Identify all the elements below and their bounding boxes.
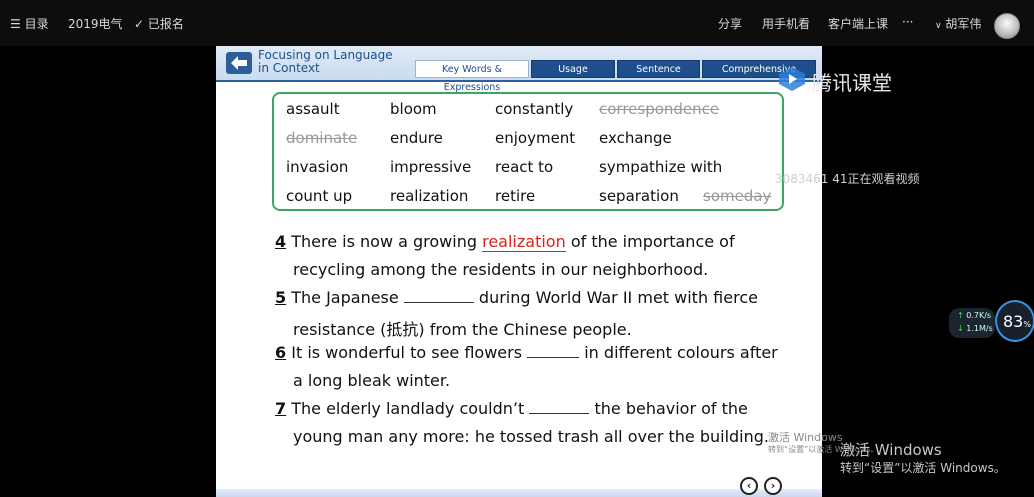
word-item: bloom xyxy=(390,100,437,118)
question-5: 5 The Japanese during World War II met w… xyxy=(275,288,758,307)
registered-label: 已报名 xyxy=(147,17,184,31)
chevron-down-icon: ∨ xyxy=(935,21,942,31)
arrow-down-icon: ↓ xyxy=(957,324,964,333)
answer-blank[interactable] xyxy=(403,290,474,303)
question-text: There is now a growing xyxy=(291,232,478,251)
question-number: 5 xyxy=(275,288,287,307)
tab-sentence-patterns[interactable]: Sentence Patterns xyxy=(617,60,700,93)
word-item: constantly xyxy=(495,100,574,118)
upload-speed-value: 0.7K/s xyxy=(966,311,992,320)
prev-slide-button[interactable]: ‹ xyxy=(740,477,758,495)
gauge-value: 83% xyxy=(1003,312,1031,331)
course-name[interactable]: 2019电气 xyxy=(68,15,123,32)
download-speed-value: 1.1M/s xyxy=(966,324,993,333)
client-class-button[interactable]: 客户端上课 xyxy=(828,15,888,32)
word-item: retire xyxy=(495,187,536,205)
check-icon: ✓ xyxy=(134,17,145,31)
question-number: 7 xyxy=(275,399,287,418)
question-4: 4 There is now a growing realization of … xyxy=(275,232,735,252)
word-item: react to xyxy=(495,158,554,176)
gauge-number: 83 xyxy=(1003,312,1024,331)
word-item-used: dominate xyxy=(286,129,358,147)
chevron-left-icon: ‹ xyxy=(746,479,752,492)
word-item: invasion xyxy=(286,158,349,176)
question-7: 7 The elderly landlady couldn’t the beha… xyxy=(275,399,748,418)
word-item: impressive xyxy=(390,158,472,176)
registered-status: ✓ 已报名 xyxy=(134,15,184,32)
tencent-classroom-logo-icon xyxy=(779,67,805,91)
word-item: endure xyxy=(390,129,443,147)
question-6-line2: a long bleak winter. xyxy=(293,371,451,390)
word-item: count up xyxy=(286,187,353,205)
brand-watermark: 腾讯课堂 xyxy=(812,71,892,95)
tab-key-words[interactable]: Key Words & Expressions xyxy=(415,60,529,93)
slide: Focusing on Language in Context Key Word… xyxy=(216,46,822,497)
section-title-line2: in Context xyxy=(258,61,320,75)
word-item-used: someday xyxy=(703,187,772,205)
activate-watermark-title: 激活 Windows xyxy=(840,441,942,459)
word-item-used: correspondence xyxy=(599,100,720,118)
question-text: during World War II met with fierce xyxy=(478,288,758,307)
menu-button[interactable]: ☰ 目录 xyxy=(10,15,49,32)
question-text: The Japanese xyxy=(291,288,399,307)
answer-blank[interactable] xyxy=(529,401,590,414)
next-slide-button[interactable]: › xyxy=(764,477,782,495)
word-item: assault xyxy=(286,100,340,118)
menu-label: 目录 xyxy=(24,17,49,31)
hamburger-icon: ☰ xyxy=(10,17,21,31)
question-text: the behavior of the xyxy=(594,399,748,418)
top-bar: ☰ 目录 2019电气 ✓ 已报名 分享 用手机看 客户端上课 ··· ∨ 胡军… xyxy=(0,0,1034,46)
avatar[interactable] xyxy=(994,13,1020,39)
question-text: It is wonderful to see flowers xyxy=(291,343,523,362)
question-7-line2: young man any more: he tossed trash all … xyxy=(293,427,769,446)
question-text: The elderly landlady couldn’t xyxy=(291,399,525,418)
question-number: 6 xyxy=(275,343,287,362)
viewer-count: 3083461 41正在观看视频 xyxy=(775,172,920,186)
word-item: realization xyxy=(390,187,469,205)
section-title: Focusing on Language in Context xyxy=(258,49,398,75)
question-4-line2: recycling among the residents in our nei… xyxy=(293,260,709,279)
word-item: sympathize with xyxy=(599,158,723,176)
question-number: 4 xyxy=(275,232,287,251)
upload-speed: ↑ 0.7K/s xyxy=(957,311,991,320)
activate-watermark-subtitle: 转到“设置”以激活 Windows。 xyxy=(840,461,1006,475)
back-arrow-icon[interactable] xyxy=(226,52,252,74)
gauge-unit: % xyxy=(1023,320,1031,329)
word-item: exchange xyxy=(599,129,672,147)
more-button[interactable]: ··· xyxy=(902,15,913,29)
question-6: 6 It is wonderful to see flowers in diff… xyxy=(275,343,778,362)
watch-on-phone-button[interactable]: 用手机看 xyxy=(762,15,810,32)
question-5-line2: resistance (抵抗) from the Chinese people. xyxy=(293,320,632,339)
arrow-up-icon: ↑ xyxy=(957,311,964,320)
answer-blank[interactable] xyxy=(527,345,580,358)
question-text: of the importance of xyxy=(565,232,735,251)
share-button[interactable]: 分享 xyxy=(718,15,742,32)
activate-watermark-small-1: 激活 Windows xyxy=(768,431,843,444)
slide-footer xyxy=(216,489,822,497)
user-name: 胡军伟 xyxy=(945,17,982,31)
chevron-right-icon: › xyxy=(770,479,776,492)
download-speed: ↓ 1.1M/s xyxy=(957,324,993,333)
user-menu[interactable]: ∨ 胡军伟 xyxy=(935,15,981,32)
answer-filled: realization xyxy=(482,232,566,252)
tab-usage[interactable]: Usage xyxy=(531,60,615,78)
question-text: in different colours after xyxy=(584,343,778,362)
slide-header: Focusing on Language in Context Key Word… xyxy=(216,46,822,93)
word-item: separation xyxy=(599,187,679,205)
word-item: enjoyment xyxy=(495,129,576,147)
